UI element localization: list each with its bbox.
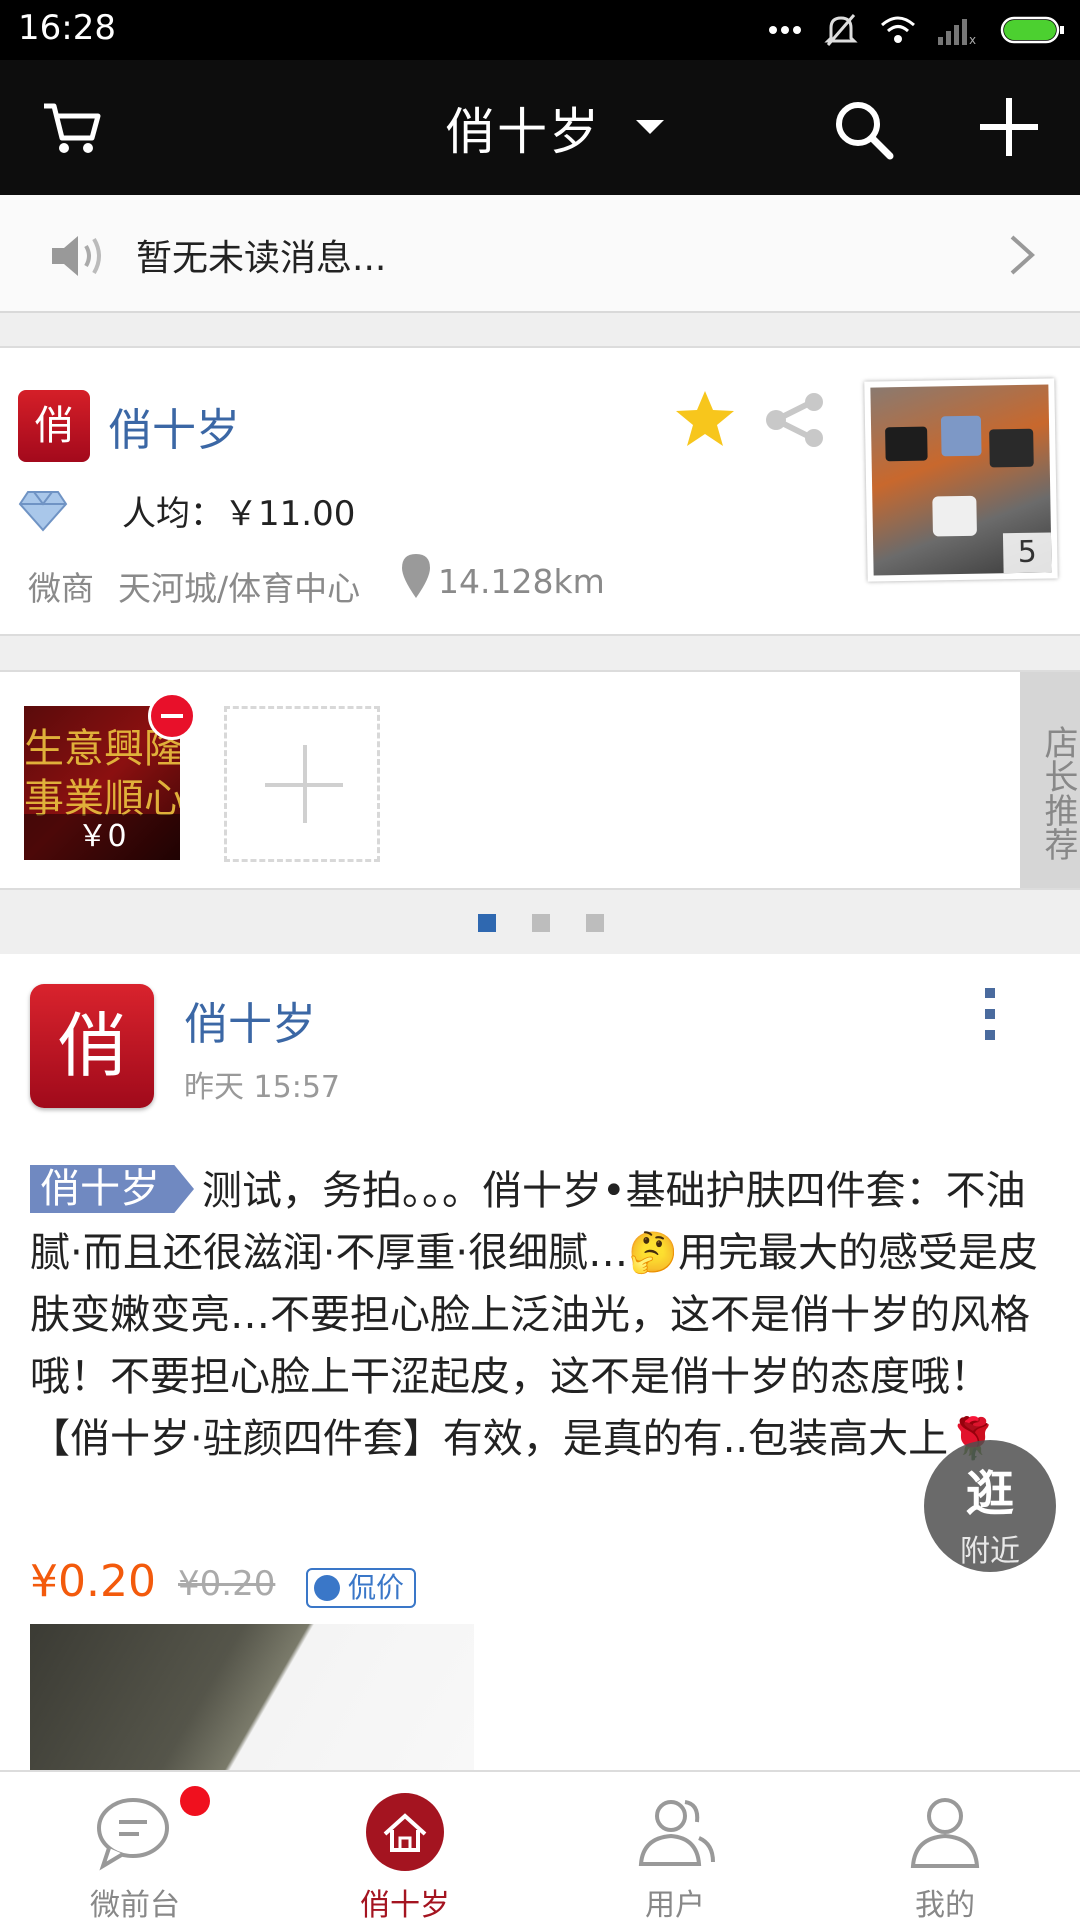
tab-front-desk[interactable]: 微前台 — [0, 1772, 270, 1920]
favorite-star-icon[interactable] — [674, 388, 736, 450]
bottom-tab-bar: 微前台 俏十岁 用户 我的 — [0, 1770, 1080, 1920]
feed-post: 俏 俏十岁 昨天 15:57 俏十岁 测试，务拍。。。俏十岁•基础护肤四件套：不油… — [0, 954, 1080, 1770]
nearby-small-text: 附近 — [960, 1534, 1020, 1569]
post-avatar[interactable]: 俏 — [30, 984, 154, 1108]
post-time: 昨天 15:57 — [184, 1070, 340, 1105]
tab-label: 用户 — [645, 1888, 705, 1920]
pager-dot-3[interactable] — [586, 914, 604, 932]
post-tag[interactable]: 俏十岁 — [30, 1165, 194, 1213]
post-text: 测试，务拍。。。俏十岁•基础护肤四件套：不油腻·而且还很滋润·不厚重·很细腻…🤔… — [30, 1168, 1038, 1462]
pager-dot-2[interactable] — [532, 914, 550, 932]
status-bar: 16:28 x — [0, 0, 1080, 60]
more-dots-icon — [769, 26, 801, 34]
person-icon — [910, 1798, 980, 1868]
status-time: 16:28 — [18, 8, 116, 48]
owner-recommend-strip: 生意興隆 事業順心 ￥0 店长推荐 — [0, 670, 1080, 890]
shop-info-card[interactable]: 俏 俏十岁 人均：￥11.00 微商 天河城/体育中心 14.128km 5 — [0, 346, 1080, 636]
search-icon[interactable] — [832, 98, 896, 162]
location-pin-icon — [402, 554, 430, 598]
post-author[interactable]: 俏十岁 — [184, 988, 316, 1052]
browse-nearby-button[interactable]: 逛 附近 — [924, 1440, 1056, 1572]
shop-area: 天河城/体育中心 — [118, 569, 361, 608]
users-icon — [638, 1800, 715, 1866]
remove-item-button[interactable] — [148, 692, 196, 740]
chat-icon — [97, 1798, 169, 1871]
speaker-icon — [52, 236, 101, 276]
message-notice-bar[interactable]: 暂无未读消息... — [0, 195, 1080, 313]
tab-users[interactable]: 用户 — [540, 1772, 810, 1920]
post-original-price: ¥0.20 — [178, 1564, 276, 1604]
nearby-big-text: 逛 — [965, 1466, 1014, 1522]
status-icons: x — [768, 12, 1066, 48]
diamond-icon — [18, 491, 68, 532]
shop-photo[interactable]: 5 — [864, 378, 1058, 582]
shop-name[interactable]: 俏十岁 — [108, 394, 240, 458]
shop-category: 微商 — [28, 569, 94, 608]
bargain-button[interactable]: 侃价 — [306, 1568, 416, 1608]
post-content: 俏十岁 测试，务拍。。。俏十岁•基础护肤四件套：不油腻·而且还很滋润·不厚重·很细… — [30, 1160, 1040, 1470]
tab-label: 我的 — [915, 1888, 975, 1920]
photo-count: 5 — [1002, 532, 1052, 574]
bargain-icon — [314, 1575, 340, 1601]
owner-recommend-label: 店长推荐 — [1020, 672, 1080, 888]
post-price: ¥0.20 — [30, 1556, 156, 1607]
notice-text: 暂无未读消息... — [136, 238, 387, 279]
tab-mine[interactable]: 我的 — [810, 1772, 1080, 1920]
recommend-item-price: ￥0 — [24, 814, 180, 860]
svg-text:x: x — [969, 33, 976, 45]
chevron-right-icon — [1010, 235, 1035, 275]
mute-bell-icon — [824, 14, 858, 46]
top-nav-bar: 俏十岁 — [0, 60, 1080, 195]
dropdown-caret-icon[interactable] — [636, 120, 664, 134]
battery-icon — [1000, 16, 1064, 44]
post-image[interactable] — [30, 1624, 474, 1770]
share-icon[interactable] — [762, 392, 828, 448]
wifi-icon — [881, 16, 915, 43]
add-icon[interactable] — [978, 96, 1040, 158]
average-price: 人均：￥11.00 — [122, 494, 356, 534]
signal-icon: x — [938, 19, 976, 45]
carousel-pager — [0, 892, 1080, 954]
more-options-icon[interactable] — [980, 988, 1000, 1048]
add-recommend-button[interactable] — [224, 706, 380, 862]
tab-label: 微前台 — [90, 1888, 180, 1920]
home-icon — [366, 1793, 444, 1871]
tab-label: 俏十岁 — [360, 1888, 450, 1920]
tab-home[interactable]: 俏十岁 — [270, 1772, 540, 1920]
cart-icon[interactable] — [40, 96, 104, 160]
thumb-calligraphy: 生意興隆 事業順心 — [24, 726, 180, 822]
nav-title[interactable]: 俏十岁 — [445, 92, 601, 164]
notification-badge — [180, 1786, 210, 1816]
shop-logo: 俏 — [18, 390, 90, 462]
shop-distance: 14.128km — [438, 562, 605, 601]
pager-dot-1[interactable] — [478, 914, 496, 932]
